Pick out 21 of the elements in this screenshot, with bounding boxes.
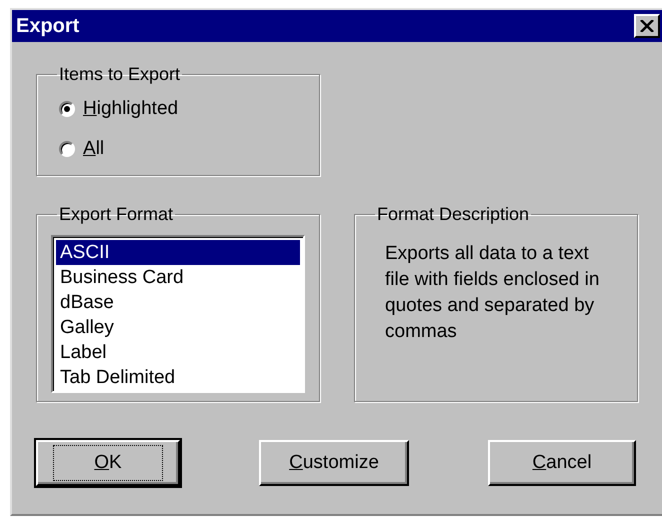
dialog-button[interactable]: Cancel [488,440,636,486]
list-item[interactable]: Tab Delimited [56,365,300,390]
list-item[interactable]: Galley [56,315,300,340]
group-title: Export Format [58,204,174,225]
dialog-button[interactable]: OK [36,440,180,486]
list-item[interactable]: Business Card [56,265,300,290]
list-item[interactable]: dBase [56,290,300,315]
radio-button[interactable] [59,101,75,117]
format-list[interactable]: ASCII Business Card dBase Galley Label Tab Delimited [51,235,305,393]
close-button[interactable] [634,14,660,38]
radio-option[interactable]: Highlighted [51,89,305,129]
close-icon [640,20,654,32]
group-title: Format Description [376,204,530,225]
list-item[interactable]: Label [56,340,300,365]
format-description: Exports all data to a text file with fields enclosed in quotes and separated by commas [385,242,600,344]
window-title: Export [16,14,80,38]
group-title: Items to Export [58,64,182,85]
dialog-button[interactable]: Customize [259,440,409,486]
radio-button[interactable] [59,141,75,157]
list-item[interactable]: ASCII [56,240,300,265]
radio-option[interactable]: All [51,129,305,169]
